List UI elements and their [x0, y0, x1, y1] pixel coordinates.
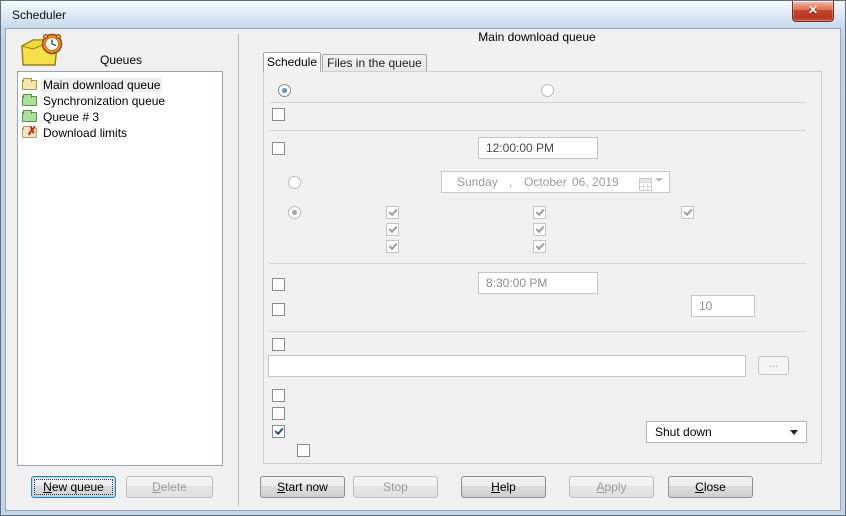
queue-item-download-limits[interactable]: ✗ Download limits: [22, 125, 222, 140]
folder-green-icon: [22, 96, 37, 106]
window-title: Scheduler: [12, 8, 66, 22]
stop-download-checkbox[interactable]: [272, 278, 285, 291]
date-day-year: 06, 2019: [572, 175, 619, 189]
idm-startup-checkbox[interactable]: [272, 108, 285, 121]
day-wednesday-checkbox: [533, 206, 546, 219]
date-comma: ,: [509, 175, 512, 189]
daily-radio: [288, 206, 301, 219]
separator: [269, 130, 806, 131]
day-friday-checkbox: [533, 240, 546, 253]
queue-item-label: Queue # 3: [41, 110, 101, 124]
close-dialog-button[interactable]: Close: [668, 476, 753, 498]
retries-checkbox[interactable]: [272, 303, 285, 316]
folder-limits-icon: ✗: [22, 128, 37, 138]
start-download-checkbox[interactable]: [272, 142, 285, 155]
one-time-radio[interactable]: [278, 84, 291, 97]
queues-panel-title: Queues: [19, 53, 223, 67]
exit-idm-checkbox[interactable]: [272, 407, 285, 420]
queue-item-label: Synchronization queue: [41, 94, 167, 108]
separator: [269, 331, 806, 332]
start-time-input[interactable]: [478, 137, 598, 159]
once-at-radio: [288, 176, 301, 189]
retries-input: [691, 295, 755, 317]
panel-divider: [238, 34, 239, 506]
folder-yellow-icon: [22, 80, 37, 90]
delete-button: Delete: [126, 476, 213, 498]
apply-button: Apply: [569, 476, 654, 498]
open-file-checkbox[interactable]: [272, 338, 285, 351]
queue-title: Main download queue: [251, 30, 823, 44]
queue-item-main[interactable]: Main download queue: [22, 77, 222, 92]
turn-off-computer-checkbox[interactable]: [272, 425, 285, 438]
close-icon: ✕: [808, 3, 818, 17]
help-button[interactable]: Help: [461, 476, 546, 498]
queues-listbox: Main download queue Synchronization queu…: [17, 71, 223, 466]
date-picker: Sunday , October 06, 2019: [441, 171, 670, 193]
open-file-path-input[interactable]: [268, 355, 746, 377]
shutdown-action-value: Shut down: [655, 425, 712, 439]
date-weekday: Sunday: [457, 175, 498, 189]
queue-item-synchronization[interactable]: Synchronization queue: [22, 93, 222, 108]
day-tuesday-checkbox: [386, 240, 399, 253]
queue-item-label: Download limits: [41, 126, 129, 140]
chevron-down-icon: [655, 178, 663, 182]
start-now-button[interactable]: Start now: [260, 476, 345, 498]
shutdown-action-select[interactable]: Shut down: [646, 421, 807, 443]
force-terminate-checkbox[interactable]: [297, 444, 310, 457]
day-saturday-checkbox: [681, 206, 694, 219]
hangup-modem-checkbox[interactable]: [272, 389, 285, 402]
separator: [269, 102, 806, 103]
queue-item-label: Main download queue: [41, 78, 162, 92]
day-thursday-checkbox: [533, 223, 546, 236]
calendar-dropdown-button: [639, 175, 665, 190]
new-queue-button[interactable]: New queue: [31, 476, 116, 498]
periodic-sync-radio: [541, 84, 554, 97]
browse-button: ...: [758, 356, 789, 375]
tab-schedule[interactable]: Schedule: [263, 52, 321, 72]
stop-time-input: [478, 272, 598, 294]
separator: [269, 263, 806, 264]
stop-button: Stop: [353, 476, 438, 498]
calendar-icon: [639, 178, 652, 191]
date-month: October: [524, 175, 567, 189]
tab-files-in-queue[interactable]: Files in the queue: [322, 54, 427, 72]
day-monday-checkbox: [386, 223, 399, 236]
chevron-down-icon: [790, 430, 798, 435]
close-button[interactable]: ✕: [792, 1, 834, 22]
scheduler-window: Scheduler ✕ Queues Main download queue S…: [0, 0, 846, 516]
folder-green-icon: [22, 112, 37, 122]
day-sunday-checkbox: [386, 206, 399, 219]
queue-item-queue3[interactable]: Queue # 3: [22, 109, 222, 124]
